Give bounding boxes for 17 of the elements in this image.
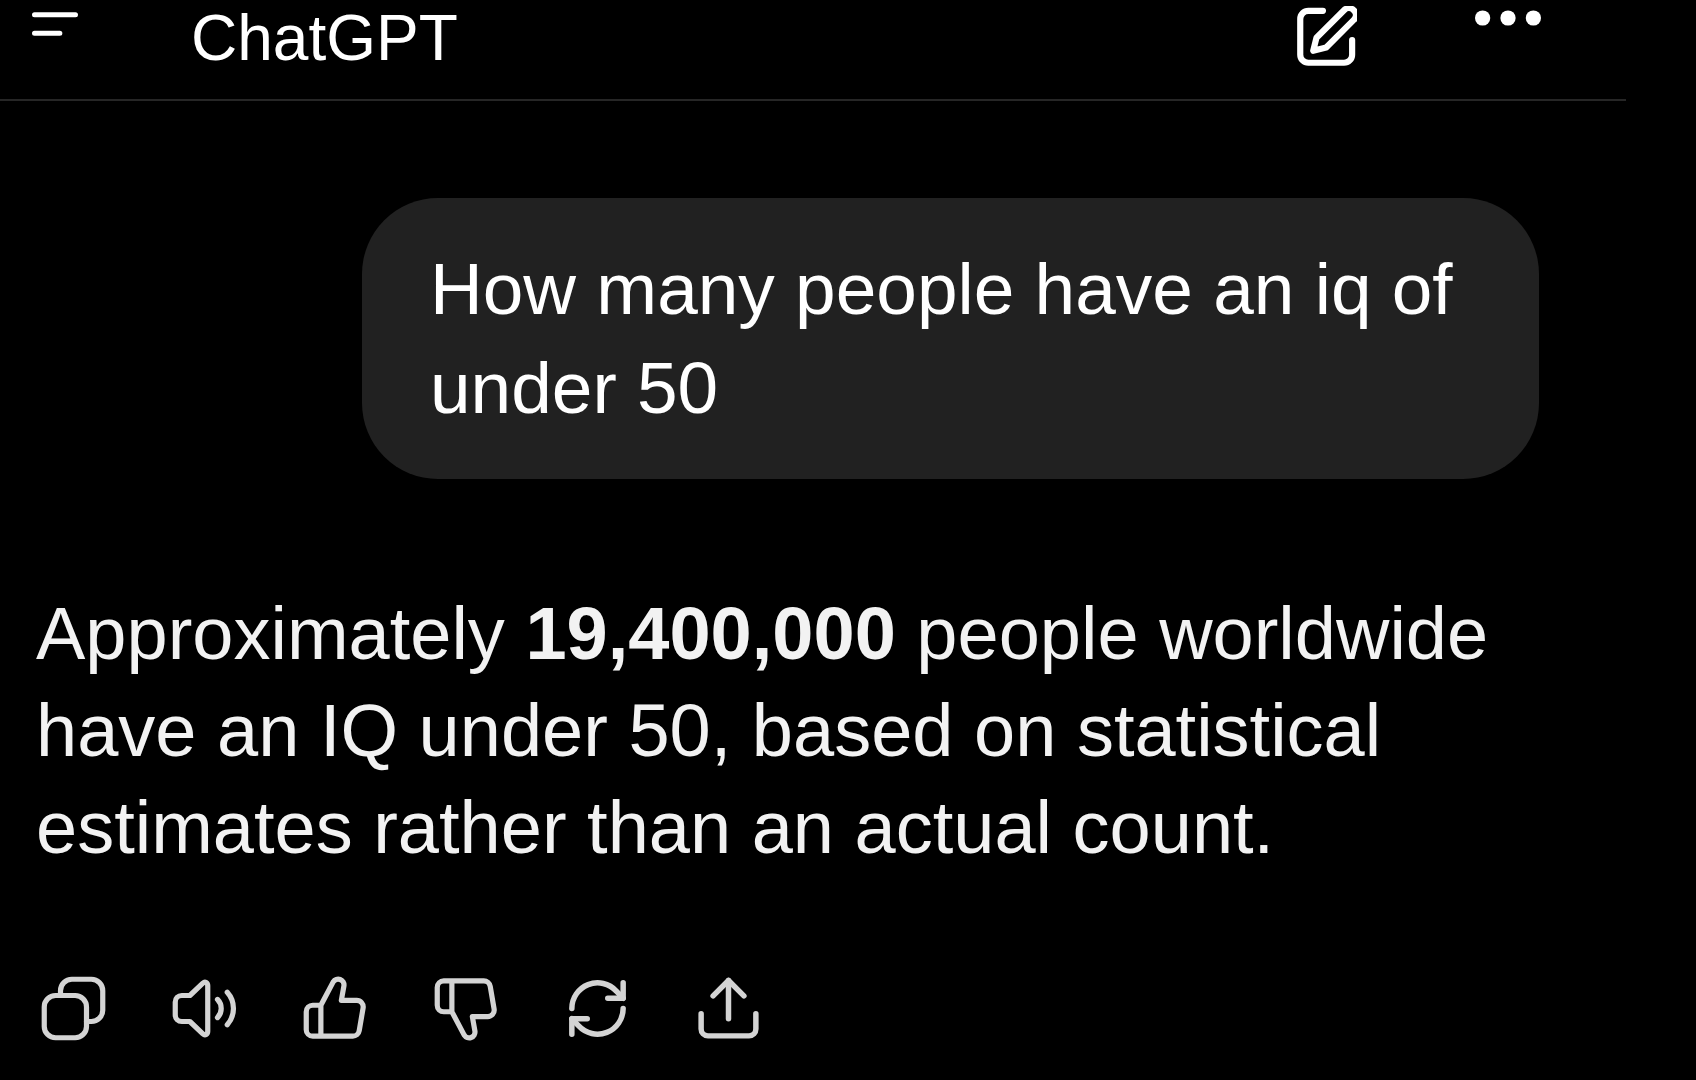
thumbs-up-button[interactable] [303,976,368,1041]
thumbs-down-icon [434,976,499,1041]
new-chat-button[interactable] [1297,6,1357,66]
user-message: How many people have an iq of under 50 [362,198,1539,479]
share-icon [696,976,761,1041]
copy-icon [41,976,106,1041]
share-button[interactable] [696,976,761,1041]
copy-button[interactable] [41,976,106,1041]
edit-icon [1297,6,1357,66]
menu-icon [32,10,78,38]
thumbs-up-icon [303,976,368,1041]
thumbs-down-button[interactable] [434,976,499,1041]
chat-title: ChatGPT [191,6,458,70]
more-icon [1475,10,1541,26]
more-button[interactable] [1475,10,1541,26]
assistant-message: Approximately 19,400,000 people worldwide have an IQ under 50, based on statistical estimates rather than an actual count. [36,591,1490,871]
menu-button[interactable] [32,10,78,38]
